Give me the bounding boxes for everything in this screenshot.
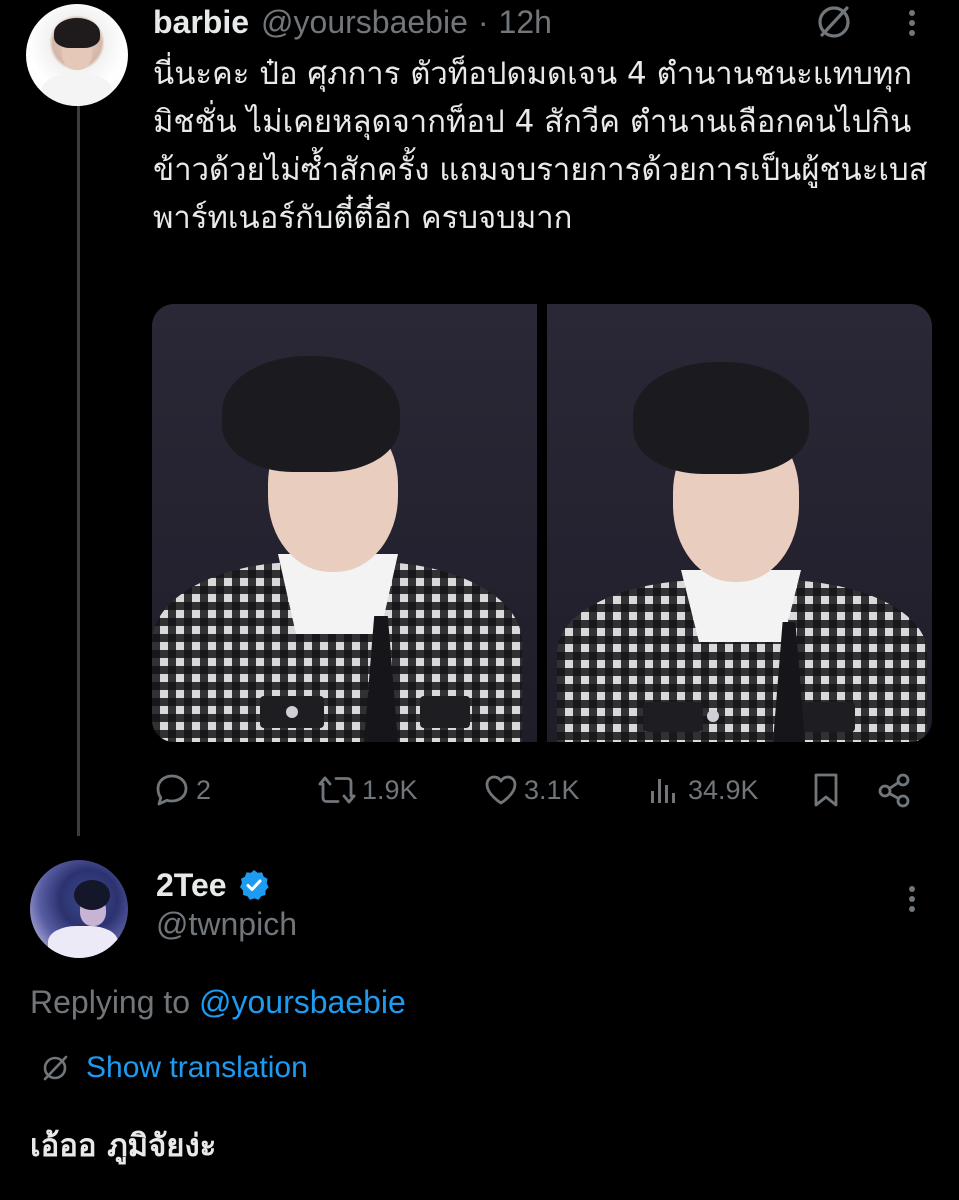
retweet-count: 1.9K — [362, 774, 418, 805]
avatar-shirt — [48, 926, 118, 958]
photo-pocket — [643, 702, 703, 732]
retweet-button[interactable]: 1.9K — [316, 765, 418, 815]
retweet-icon — [318, 776, 356, 804]
photo-left[interactable] — [152, 304, 537, 742]
author-name[interactable]: 2Tee — [156, 867, 227, 904]
share-icon — [878, 773, 910, 808]
tweet-media[interactable] — [152, 304, 932, 742]
replying-to: Replying to @yoursbaebie — [30, 984, 406, 1021]
photo-hair — [633, 362, 809, 474]
more-vertical-icon[interactable] — [902, 884, 922, 914]
bookmark-icon — [814, 773, 838, 807]
tweet-header: barbie @yoursbaebie · 12h — [153, 0, 552, 44]
show-translation-label: Show translation — [86, 1051, 308, 1084]
reply-count: 2 — [196, 774, 212, 805]
replying-prefix: Replying to — [30, 984, 199, 1020]
author-name[interactable]: barbie — [153, 4, 249, 41]
more-vertical-icon[interactable] — [902, 8, 922, 38]
like-icon — [485, 775, 517, 805]
photo-hair — [222, 356, 400, 472]
translate-icon[interactable] — [814, 2, 854, 42]
verified-badge-icon[interactable] — [237, 868, 271, 902]
translate-icon — [43, 1055, 68, 1081]
tweet-text: นี่นะคะ ป๋อ ศุภการ ตัวท็อปดมดเจน 4 ตำนาน… — [153, 56, 928, 236]
header-separator: · — [477, 3, 489, 40]
photo-pocket — [795, 702, 855, 732]
avatar-shoulders — [42, 74, 112, 106]
avatar[interactable] — [30, 860, 128, 958]
photo-button — [707, 710, 719, 722]
photo-pocket — [420, 696, 470, 728]
author-handle[interactable]: @twnpich — [156, 906, 297, 943]
reply-icon — [156, 774, 188, 806]
replying-to-link[interactable]: @yoursbaebie — [199, 984, 406, 1020]
tweet-time[interactable]: 12h — [499, 4, 552, 41]
photo-right[interactable] — [547, 304, 932, 742]
like-button[interactable]: 3.1K — [482, 765, 580, 815]
bookmark-button[interactable] — [808, 765, 844, 815]
tweet-actions: 2 1.9K 3.1K 34.9K — [152, 765, 922, 815]
like-count: 3.1K — [524, 774, 580, 805]
views-icon — [651, 779, 675, 803]
avatar-hair — [54, 18, 100, 48]
avatar-hair — [74, 880, 110, 910]
reply-button[interactable]: 2 — [152, 765, 211, 815]
views-button[interactable]: 34.9K — [646, 765, 759, 815]
show-translation-button[interactable]: Show translation — [40, 1046, 308, 1090]
share-button[interactable] — [874, 765, 914, 815]
views-count: 34.9K — [688, 774, 759, 805]
reply-text: เอ้ออ ภูมิจัยง่ะ — [30, 1128, 217, 1164]
author-handle[interactable]: @yoursbaebie — [261, 4, 468, 41]
avatar[interactable] — [26, 4, 128, 106]
thread-connector-line — [77, 106, 80, 836]
photo-button — [286, 706, 298, 718]
author-row: 2Tee — [156, 862, 271, 908]
